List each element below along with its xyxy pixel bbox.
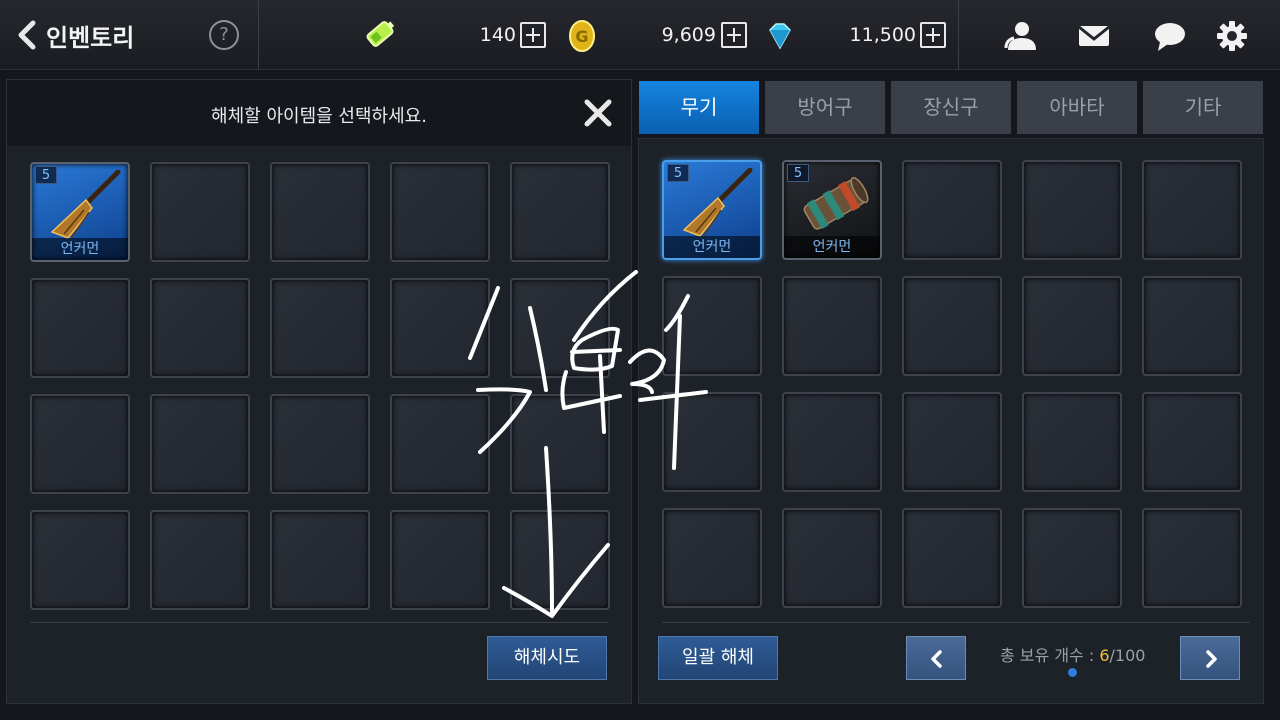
bulk-disassemble-button[interactable]: 일괄 해체 xyxy=(658,636,778,680)
item-level-badge: 5 xyxy=(35,166,57,184)
empty-slot[interactable] xyxy=(30,394,130,494)
empty-slot[interactable] xyxy=(782,392,882,492)
chevron-right-icon xyxy=(1206,650,1217,668)
empty-slot[interactable] xyxy=(270,394,370,494)
divider xyxy=(958,0,959,70)
empty-slot[interactable] xyxy=(902,276,1002,376)
empty-slot[interactable] xyxy=(270,278,370,378)
top-bar: 인벤토리 ? 140 G 9,609 11,500 xyxy=(0,0,1280,70)
empty-slot[interactable] xyxy=(510,278,610,378)
item-level-badge: 5 xyxy=(787,164,809,182)
inventory-item-slot[interactable]: 5 언커먼 xyxy=(662,160,762,260)
empty-slot[interactable] xyxy=(150,162,250,262)
chevron-left-icon xyxy=(931,650,942,668)
item-count: 총 보유 개수 : 6/100 xyxy=(1000,642,1150,666)
item-rarity-label: 언커먼 xyxy=(664,236,760,258)
empty-slot[interactable] xyxy=(1142,276,1242,376)
mail-icon[interactable] xyxy=(1076,18,1112,54)
tab-other[interactable]: 기타 xyxy=(1143,81,1263,134)
count-label: 총 보유 개수 : xyxy=(1000,646,1100,665)
empty-slot[interactable] xyxy=(30,510,130,610)
empty-slot[interactable] xyxy=(150,278,250,378)
empty-slot[interactable] xyxy=(1022,508,1122,608)
empty-slot[interactable] xyxy=(510,394,610,494)
tab-avatar[interactable]: 아바타 xyxy=(1017,81,1137,134)
empty-slot[interactable] xyxy=(662,276,762,376)
friends-icon[interactable] xyxy=(1002,18,1038,54)
empty-slot[interactable] xyxy=(270,162,370,262)
svg-text:G: G xyxy=(575,27,588,46)
next-page-button[interactable] xyxy=(1180,636,1240,680)
empty-slot[interactable] xyxy=(1022,160,1122,260)
empty-slot[interactable] xyxy=(270,510,370,610)
tab-accessory[interactable]: 장신구 xyxy=(891,81,1011,134)
diamond-icon xyxy=(769,23,791,50)
close-icon[interactable] xyxy=(583,98,613,128)
item-rarity-label: 언커먼 xyxy=(32,238,128,260)
empty-slot[interactable] xyxy=(1142,508,1242,608)
empty-slot[interactable] xyxy=(662,508,762,608)
empty-slot[interactable] xyxy=(150,394,250,494)
divider xyxy=(30,622,608,623)
gold-coin-icon: G xyxy=(569,20,595,52)
empty-slot[interactable] xyxy=(390,278,490,378)
page-title: 인벤토리 xyxy=(46,23,135,52)
empty-slot[interactable] xyxy=(1142,392,1242,492)
empty-slot[interactable] xyxy=(1022,276,1122,376)
empty-slot[interactable] xyxy=(902,160,1002,260)
empty-slot[interactable] xyxy=(782,508,882,608)
back-button[interactable]: 인벤토리 xyxy=(14,18,164,52)
empty-slot[interactable] xyxy=(1142,160,1242,260)
empty-slot[interactable] xyxy=(150,510,250,610)
battery-icon xyxy=(366,21,395,47)
empty-slot[interactable] xyxy=(30,278,130,378)
settings-icon[interactable] xyxy=(1214,18,1250,54)
energy-value: 140 xyxy=(479,24,516,46)
tab-weapon[interactable]: 무기 xyxy=(639,81,759,134)
empty-slot[interactable] xyxy=(902,392,1002,492)
chevron-left-icon xyxy=(18,20,36,50)
empty-slot[interactable] xyxy=(902,508,1002,608)
count-max: /100 xyxy=(1109,646,1146,665)
selected-item-slot[interactable]: 5 언커먼 xyxy=(30,162,130,262)
empty-slot[interactable] xyxy=(510,510,610,610)
panel-header: 해체할 아이템을 선택하세요. xyxy=(7,80,631,146)
help-button[interactable]: ? xyxy=(209,20,239,50)
divider xyxy=(662,622,1250,623)
item-rarity-label: 언커먼 xyxy=(784,236,880,258)
gem-value: 11,500 xyxy=(849,24,916,46)
disassemble-attempt-button[interactable]: 해체시도 xyxy=(487,636,607,680)
empty-slot[interactable] xyxy=(662,392,762,492)
count-current: 6 xyxy=(1099,646,1110,665)
chat-icon[interactable] xyxy=(1152,18,1188,54)
empty-slot[interactable] xyxy=(390,394,490,494)
empty-slot[interactable] xyxy=(510,162,610,262)
empty-slot[interactable] xyxy=(390,162,490,262)
empty-slot[interactable] xyxy=(782,276,882,376)
gold-value: 9,609 xyxy=(661,24,716,46)
add-gem-button[interactable] xyxy=(920,22,946,48)
empty-slot[interactable] xyxy=(390,510,490,610)
prev-page-button[interactable] xyxy=(906,636,966,680)
page-indicator-dot xyxy=(1068,668,1077,677)
add-energy-button[interactable] xyxy=(520,22,546,48)
add-gold-button[interactable] xyxy=(721,22,747,48)
tab-armor[interactable]: 방어구 xyxy=(765,81,885,134)
inventory-item-slot[interactable]: 5 언커먼 xyxy=(782,160,882,260)
divider xyxy=(258,0,259,70)
item-level-badge: 5 xyxy=(667,164,689,182)
instruction-text: 해체할 아이템을 선택하세요. xyxy=(211,106,427,127)
empty-slot[interactable] xyxy=(1022,392,1122,492)
